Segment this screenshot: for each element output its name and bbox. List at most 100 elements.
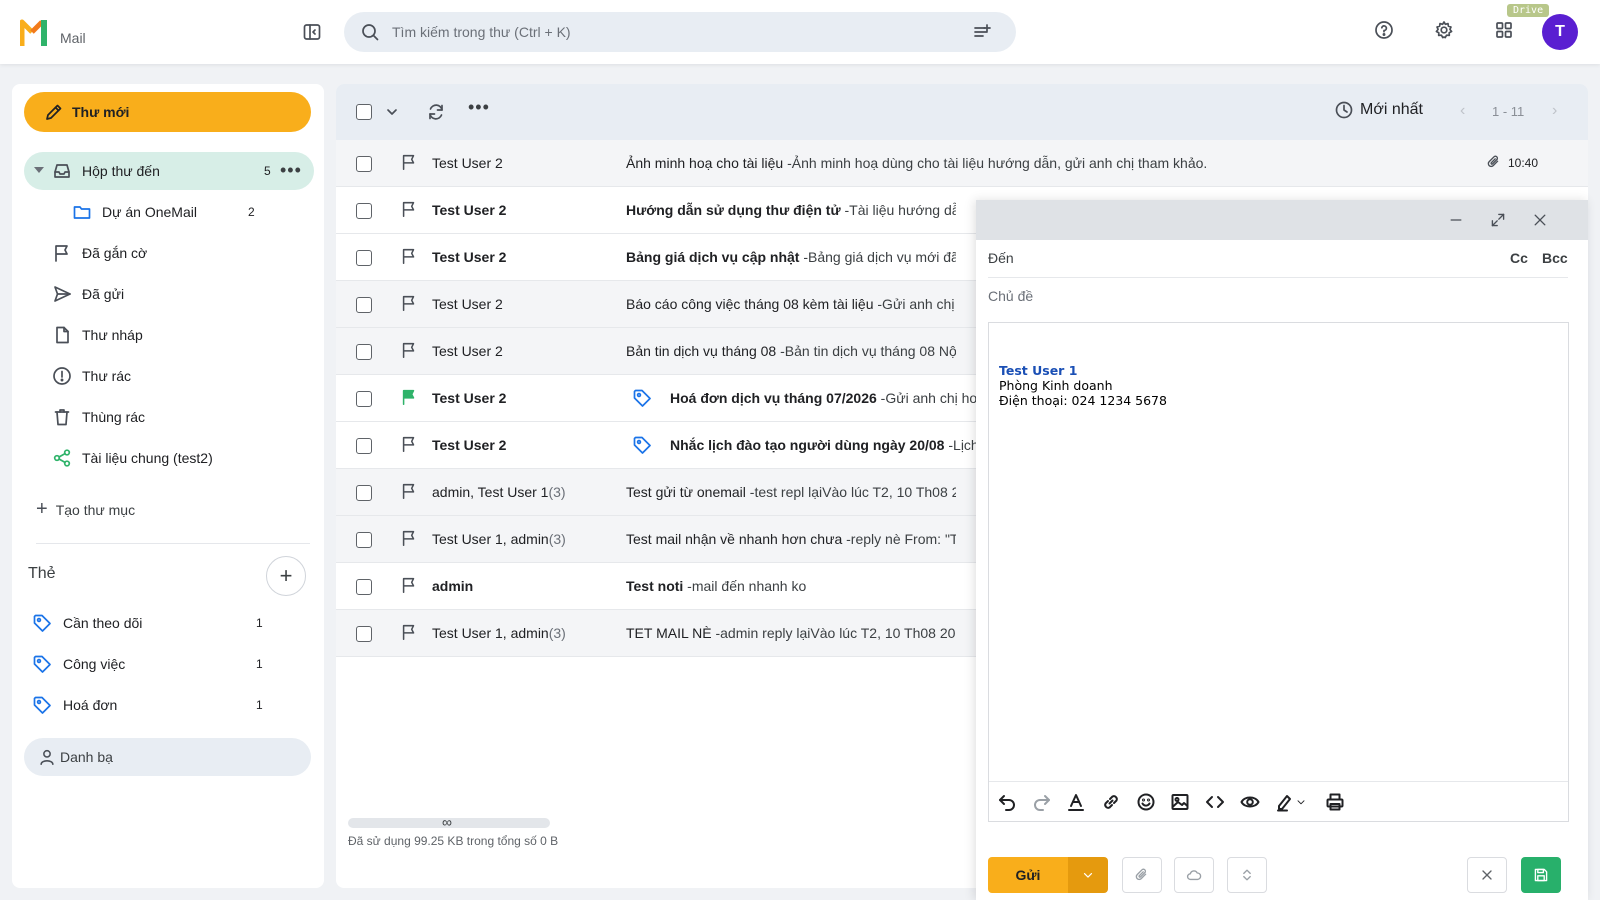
flag-icon[interactable]	[400, 200, 418, 218]
storage-text: Đã sử dụng 99.25 KB trong tổng số 0 B	[348, 834, 559, 848]
undo-icon[interactable]	[997, 792, 1017, 812]
mail-snippet: -Tài liệu hướng dẫn sử dụng	[844, 202, 956, 218]
thread-count: (3)	[548, 531, 566, 547]
redo-icon[interactable]	[1032, 792, 1052, 812]
image-icon[interactable]	[1170, 792, 1190, 812]
sidebar-toggle-icon[interactable]	[302, 22, 322, 42]
apps-grid-icon[interactable]	[1494, 20, 1514, 40]
sidebar-item-shared-docs[interactable]: Tài liệu chung (test2)	[24, 439, 314, 477]
row-checkbox[interactable]	[356, 344, 372, 360]
flag-icon[interactable]	[400, 153, 418, 171]
help-icon[interactable]	[1374, 20, 1394, 40]
cc-button[interactable]: Cc	[1510, 250, 1528, 266]
save-icon	[1533, 867, 1549, 883]
collapse-caret-icon[interactable]	[34, 167, 44, 173]
expand-icon[interactable]	[1490, 212, 1506, 228]
flag-icon[interactable]	[400, 388, 418, 406]
tag-item[interactable]: Cần theo dõi 1	[28, 608, 268, 638]
subject-text: Báo cáo công việc tháng 08 kèm tài liệu	[626, 296, 874, 312]
filter-icon[interactable]	[972, 22, 992, 42]
app-logo[interactable]: Mail	[20, 18, 86, 48]
highlight-icon[interactable]	[1275, 792, 1295, 812]
row-checkbox[interactable]	[356, 579, 372, 595]
search-input[interactable]	[392, 24, 952, 40]
flag-icon[interactable]	[400, 435, 418, 453]
flag-icon[interactable]	[400, 482, 418, 500]
send-button[interactable]: Gửi	[988, 857, 1068, 893]
subject-text: Hoá đơn dịch vụ tháng 07/2026	[670, 390, 877, 406]
row-checkbox[interactable]	[356, 485, 372, 501]
thread-count: (3)	[548, 625, 566, 641]
chevron-down-icon	[1081, 868, 1095, 882]
row-checkbox[interactable]	[356, 250, 372, 266]
flag-icon	[52, 243, 72, 263]
more-options-icon[interactable]: •••	[468, 97, 490, 118]
flag-icon[interactable]	[400, 623, 418, 641]
search-bar[interactable]	[344, 12, 1016, 52]
sidebar-item-drafts[interactable]: Thư nháp	[24, 316, 314, 354]
mail-sender: Test User 2	[432, 296, 503, 312]
tag-item[interactable]: Hoá đơn 1	[28, 690, 268, 720]
flag-icon[interactable]	[400, 247, 418, 265]
sidebar-item-label: Đã gắn cờ	[82, 245, 148, 261]
row-checkbox[interactable]	[356, 626, 372, 642]
row-checkbox[interactable]	[356, 203, 372, 219]
mail-row[interactable]: Test User 2 Ảnh minh hoạ cho tài liệu -Ản…	[336, 140, 1588, 187]
bcc-button[interactable]: Bcc	[1542, 250, 1568, 266]
refresh-icon[interactable]	[426, 102, 446, 122]
send-options-button[interactable]	[1068, 857, 1108, 893]
priority-button[interactable]	[1227, 857, 1267, 893]
text-color-icon[interactable]	[1066, 792, 1086, 812]
subject-text: Ảnh minh hoạ cho tài liệu	[626, 155, 784, 171]
tag-count: 1	[256, 657, 263, 671]
create-folder-button[interactable]: + Tạo thư mục	[36, 498, 135, 521]
sidebar-item-inbox[interactable]: Hộp thư đến 5 •••	[24, 152, 314, 190]
more-options-icon[interactable]: •••	[280, 160, 302, 181]
add-tag-button[interactable]: +	[266, 556, 306, 596]
pencil-icon	[44, 102, 64, 122]
discard-button[interactable]	[1467, 857, 1507, 893]
flag-icon[interactable]	[400, 341, 418, 359]
next-page-icon[interactable]: ›	[1552, 102, 1557, 120]
select-all-checkbox[interactable]	[356, 104, 372, 120]
sender-name: Test User 2	[432, 390, 507, 406]
contacts-button[interactable]: Danh bạ	[24, 738, 311, 776]
paperclip-icon	[1134, 867, 1150, 883]
row-checkbox[interactable]	[356, 391, 372, 407]
flag-icon[interactable]	[400, 294, 418, 312]
minimize-icon[interactable]	[1448, 212, 1464, 228]
mail-snippet: -reply nè From: "Test	[846, 531, 956, 547]
clock-sort-icon	[1334, 100, 1354, 120]
save-draft-button[interactable]	[1521, 857, 1561, 893]
sidebar-item-sent[interactable]: Đã gửi	[24, 275, 314, 313]
settings-gear-icon[interactable]	[1434, 20, 1454, 40]
code-icon[interactable]	[1205, 792, 1225, 812]
row-checkbox[interactable]	[356, 297, 372, 313]
close-icon[interactable]	[1532, 212, 1548, 228]
subject-field[interactable]: Chủ đề	[988, 278, 1568, 316]
message-editor[interactable]: Test User 1 Phòng Kinh doanh Điện thoại:…	[988, 322, 1569, 822]
link-icon[interactable]	[1101, 792, 1121, 812]
sidebar-item-onemail-project[interactable]: Dự án OneMail 2	[52, 193, 314, 231]
chevron-down-icon[interactable]	[382, 102, 402, 122]
sidebar-item-flagged[interactable]: Đã gắn cờ	[24, 234, 314, 272]
compose-button[interactable]: Thư mới	[24, 92, 311, 132]
cloud-attach-button[interactable]	[1174, 857, 1214, 893]
sort-button[interactable]: Mới nhất	[1334, 100, 1423, 120]
flag-icon[interactable]	[400, 529, 418, 547]
to-field[interactable]: Đến Cc Bcc	[988, 240, 1568, 278]
sidebar-item-spam[interactable]: Thư rác	[24, 357, 314, 395]
row-checkbox[interactable]	[356, 438, 372, 454]
emoji-icon[interactable]	[1136, 792, 1156, 812]
print-icon[interactable]	[1325, 792, 1345, 812]
flag-icon[interactable]	[400, 576, 418, 594]
row-checkbox[interactable]	[356, 532, 372, 548]
preview-eye-icon[interactable]	[1240, 792, 1260, 812]
chevron-down-icon[interactable]	[1295, 796, 1307, 808]
user-avatar[interactable]: T	[1542, 14, 1578, 50]
tag-item[interactable]: Công việc 1	[28, 649, 268, 679]
sidebar-item-trash[interactable]: Thùng rác	[24, 398, 314, 436]
row-checkbox[interactable]	[356, 156, 372, 172]
attach-button[interactable]	[1122, 857, 1162, 893]
prev-page-icon[interactable]: ‹	[1460, 102, 1465, 120]
